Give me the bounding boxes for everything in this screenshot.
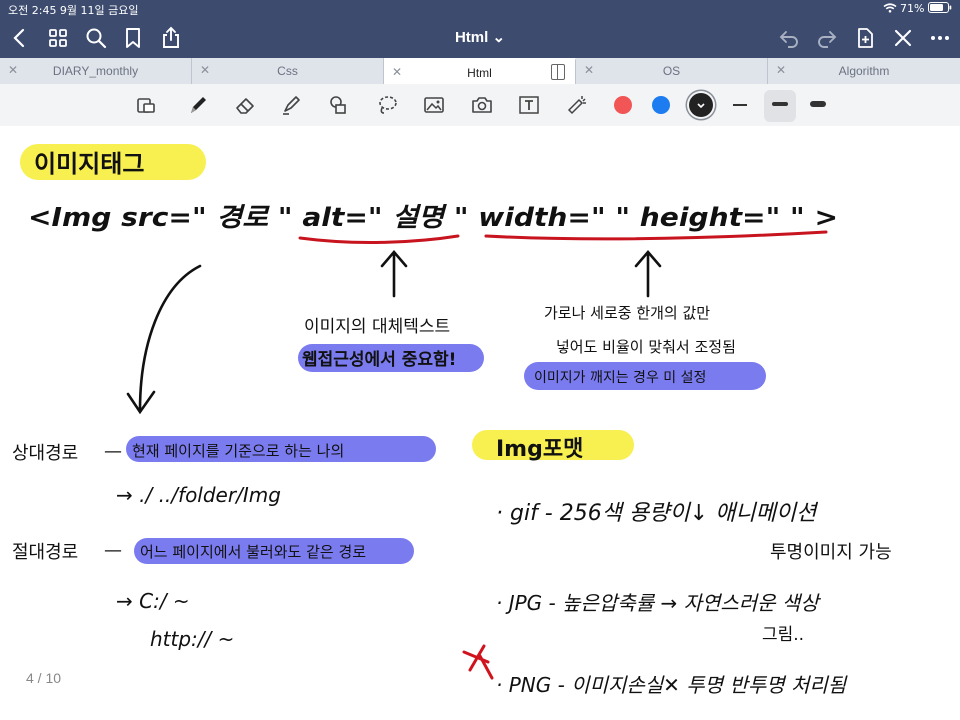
battery-percent: 71% [900, 2, 925, 15]
color-blue[interactable] [652, 96, 670, 114]
pen-icon[interactable] [186, 93, 210, 117]
lasso-icon[interactable] [375, 93, 399, 117]
absolute-path-desc: 어느 페이지에서 불러와도 같은 경로 [140, 543, 366, 561]
png-line: · PNG - 이미지손실✕ 투명 반투명 처리됨 [496, 673, 848, 697]
relative-path-example: → ./ ../folder/Img [116, 483, 281, 507]
tab-diary-monthly[interactable]: ✕ DIARY_monthly [0, 58, 192, 84]
up-arrow [634, 250, 662, 298]
tab-label: Css [277, 64, 298, 78]
size-note-line-1: 가로나 세로중 한개의 값만 [544, 304, 710, 322]
laser-pointer-icon[interactable] [565, 93, 589, 117]
heading-img-format: Img포맷 [496, 437, 583, 462]
tab-css[interactable]: ✕ Css [192, 58, 384, 84]
tab-html[interactable]: ✕ Html [384, 58, 576, 84]
red-underline [484, 230, 828, 241]
relative-path-desc: 현재 페이지를 기준으로 하는 나의 [132, 442, 344, 460]
stroke-medium[interactable] [772, 102, 788, 106]
nav-bar: Html ⌄ [0, 18, 960, 58]
size-note-line-2: 넣어도 비율이 맞춰서 조정됨 [556, 338, 736, 356]
tab-label: Html [467, 66, 492, 80]
gif-line: · gif - 256색 용량이↓ 애니메이션 [496, 501, 819, 526]
eraser-icon[interactable] [233, 93, 257, 117]
dash: — [104, 540, 122, 561]
highlighter-icon[interactable] [279, 93, 303, 117]
stroke-selected-background [764, 90, 796, 122]
pen-off-icon[interactable] [891, 26, 915, 50]
gif-line-2: 투명이미지 가능 [770, 542, 892, 563]
text-tool-icon[interactable] [517, 93, 541, 117]
top-bar: 오전 2:45 9월 11일 금요일 71% Html ⌄ [0, 0, 960, 58]
tab-label: OS [662, 64, 681, 78]
status-time: 오전 2:45 9월 11일 금요일 [8, 4, 139, 17]
zoom-window-icon[interactable] [134, 93, 158, 117]
absolute-path-label: 절대경로 [12, 542, 78, 563]
note-canvas[interactable]: 이미지태그 <Img src=" 경로 " alt=" 설명 " width="… [0, 126, 960, 720]
absolute-path-example-1: → C:/ ~ [116, 589, 190, 613]
tab-bar: ✕ DIARY_monthly ✕ Css ✕ Html ✕ OS ✕ Algo… [0, 58, 960, 84]
image-icon[interactable] [422, 93, 446, 117]
jpg-line: · JPG - 높은압축률 → 자연스러운 색상 [496, 591, 821, 615]
camera-icon[interactable] [470, 93, 494, 117]
drawing-toolbar [0, 84, 960, 127]
status-bar: 오전 2:45 9월 11일 금요일 71% [0, 0, 960, 18]
alt-note-line-1: 이미지의 대체텍스트 [304, 317, 450, 337]
color-black-selected[interactable] [689, 93, 713, 117]
heading-image-tag: 이미지태그 [34, 150, 144, 178]
tab-os[interactable]: ✕ OS [576, 58, 768, 84]
battery-icon [928, 2, 952, 15]
tab-label: DIARY_monthly [52, 64, 139, 78]
handwriting-layer: 이미지태그 <Img src=" 경로 " alt=" 설명 " width="… [12, 144, 892, 697]
undo-icon[interactable] [777, 26, 801, 50]
curved-arrow [126, 264, 202, 415]
up-arrow [380, 250, 408, 298]
dash: — [104, 441, 122, 462]
img-tag-syntax: <Img src=" 경로 " alt=" 설명 " width=" " hei… [28, 203, 838, 233]
red-check-mark [462, 644, 494, 680]
split-view-icon[interactable] [551, 64, 565, 80]
size-note-line-3: 이미지가 깨지는 경우 미 설정 [534, 370, 706, 386]
wifi-icon [883, 2, 901, 15]
redo-icon[interactable] [815, 26, 839, 50]
status-right: 71% [883, 2, 952, 15]
color-red[interactable] [614, 96, 632, 114]
shapes-icon[interactable] [327, 93, 351, 117]
red-underline [298, 234, 460, 244]
relative-path-label: 상대경로 [12, 443, 78, 464]
jpg-line-2: 그림.. [762, 625, 804, 645]
absolute-path-example-2: http:// ~ [150, 627, 234, 651]
tab-algorithm[interactable]: ✕ Algorithm [768, 58, 960, 84]
more-icon[interactable] [928, 26, 952, 50]
stroke-thick[interactable] [810, 101, 826, 107]
stroke-thin[interactable] [733, 104, 747, 106]
tab-label: Algorithm [838, 64, 890, 78]
alt-note-line-2: 웹접근성에서 중요함! [302, 349, 456, 370]
add-page-icon[interactable] [853, 26, 877, 50]
page-indicator[interactable]: 4 / 10 [20, 665, 67, 691]
